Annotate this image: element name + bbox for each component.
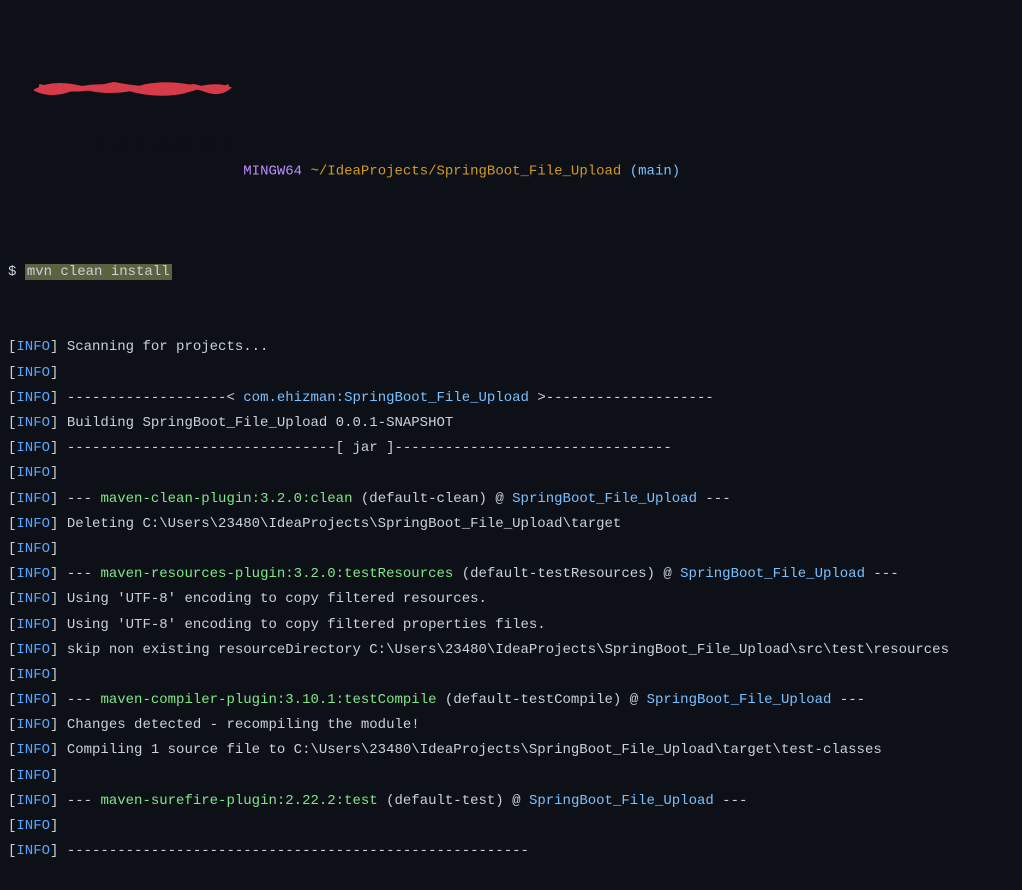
output-line: [INFO] Using 'UTF-8' encoding to copy fi… bbox=[8, 587, 1014, 612]
maven-output: [INFO] Scanning for projects...[INFO][IN… bbox=[8, 335, 1014, 864]
redaction-scribble-icon bbox=[34, 78, 234, 102]
cwd-path: ~/IdeaProjects/SpringBoot_File_Upload bbox=[310, 163, 621, 179]
output-line: [INFO] bbox=[8, 537, 1014, 562]
prompt-line: REDACTED@HOSTNAME MINGW64 ~/IdeaProjects… bbox=[8, 58, 1014, 209]
redacted-user-host: REDACTED@HOSTNAME bbox=[42, 84, 235, 185]
output-line: [INFO] skip non existing resourceDirecto… bbox=[8, 638, 1014, 663]
output-line: [INFO] --- maven-surefire-plugin:2.22.2:… bbox=[8, 789, 1014, 814]
output-line: [INFO] bbox=[8, 814, 1014, 839]
git-branch: (main) bbox=[630, 163, 680, 179]
output-line: [INFO] Deleting C:\Users\23480\IdeaProje… bbox=[8, 512, 1014, 537]
output-line: [INFO] Using 'UTF-8' encoding to copy fi… bbox=[8, 613, 1014, 638]
output-line: [INFO] Scanning for projects... bbox=[8, 335, 1014, 360]
output-line: [INFO] bbox=[8, 764, 1014, 789]
terminal-output[interactable]: REDACTED@HOSTNAME MINGW64 ~/IdeaProjects… bbox=[8, 8, 1014, 890]
output-line: [INFO] --- maven-clean-plugin:3.2.0:clea… bbox=[8, 487, 1014, 512]
output-line: [INFO] Changes detected - recompiling th… bbox=[8, 713, 1014, 738]
output-line: [INFO] --------------------------------[… bbox=[8, 436, 1014, 461]
output-line: [INFO] ---------------------------------… bbox=[8, 839, 1014, 864]
output-line: [INFO] -------------------< com.ehizman:… bbox=[8, 386, 1014, 411]
entered-command: mvn clean install bbox=[25, 264, 172, 280]
command-line: $ mvn clean install bbox=[8, 260, 1014, 285]
output-line: [INFO] bbox=[8, 461, 1014, 486]
output-line: [INFO] --- maven-compiler-plugin:3.10.1:… bbox=[8, 688, 1014, 713]
output-line: [INFO] bbox=[8, 361, 1014, 386]
output-line: [INFO] --- maven-resources-plugin:3.2.0:… bbox=[8, 562, 1014, 587]
output-line: [INFO] bbox=[8, 663, 1014, 688]
mingw-label: MINGW64 bbox=[243, 163, 302, 179]
output-line: [INFO] Building SpringBoot_File_Upload 0… bbox=[8, 411, 1014, 436]
output-line: [INFO] Compiling 1 source file to C:\Use… bbox=[8, 738, 1014, 763]
prompt-char: $ bbox=[8, 264, 16, 280]
